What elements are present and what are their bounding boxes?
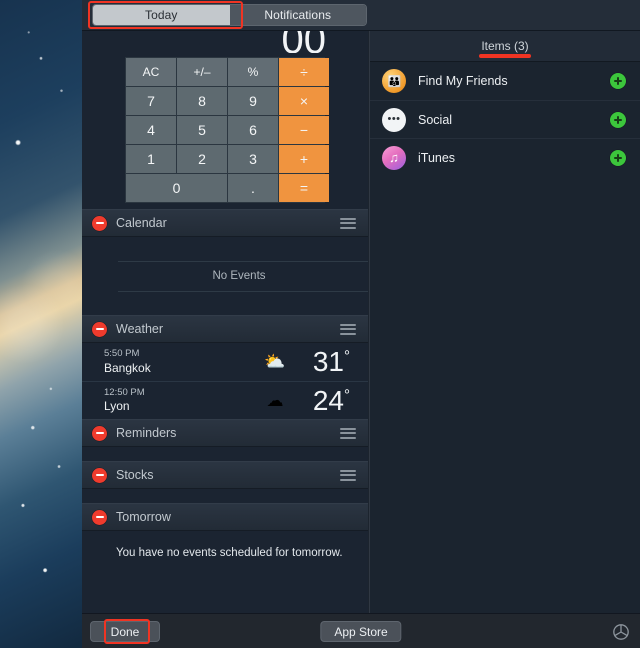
notification-center-footer: Done App Store (82, 613, 640, 648)
cloudy-icon: ☁ (266, 390, 284, 410)
drag-handle-icon[interactable] (340, 217, 356, 229)
drag-handle-icon[interactable] (340, 323, 356, 335)
item-label: Find My Friends (418, 74, 508, 88)
tomorrow-no-events-text: You have no events scheduled for tomorro… (116, 547, 343, 559)
widget-body-reminders (82, 447, 368, 461)
widget-body-calendar: No Events (82, 237, 368, 315)
drag-handle-icon[interactable] (340, 427, 356, 439)
today-widgets-column[interactable]: 00 AC +/– % ÷ 7 8 9 × 4 5 6 − 1 2 3 + 0 … (82, 31, 368, 613)
widget-title-weather: Weather (116, 322, 164, 336)
weather-time: 5:50 PM (104, 348, 140, 360)
app-store-button[interactable]: App Store (320, 621, 402, 642)
calc-key-ac[interactable]: AC (126, 58, 176, 86)
add-widget-button[interactable] (610, 149, 626, 166)
find-my-friends-icon: 👪 (382, 69, 406, 93)
tab-today[interactable]: Today (93, 5, 230, 25)
itunes-icon: ♫ (382, 145, 406, 170)
drag-handle-icon[interactable] (340, 469, 356, 481)
partly-sunny-icon: ⛅ (264, 352, 286, 371)
add-widget-button[interactable] (610, 111, 626, 128)
calendar-no-events-text: No Events (212, 270, 266, 282)
item-label: Social (418, 112, 453, 127)
calc-key-5[interactable]: 5 (177, 116, 227, 144)
notification-center-header: Today Notifications (82, 0, 640, 31)
weather-temp-value: 24 (312, 384, 344, 416)
calendar-divider-top (118, 261, 368, 262)
calculator-display: 00 (82, 31, 368, 53)
weather-city: Bangkok (104, 360, 151, 375)
remove-widget-icon[interactable] (92, 425, 107, 441)
calc-key-sign[interactable]: +/– (177, 58, 227, 86)
weather-temp-value: 31 (312, 346, 344, 377)
gear-icon[interactable] (612, 623, 630, 641)
app-store-button-label: App Store (334, 624, 388, 639)
calc-key-8[interactable]: 8 (177, 87, 227, 115)
calc-key-6[interactable]: 6 (228, 116, 278, 144)
item-label: iTunes (418, 150, 456, 165)
weather-city: Lyon (104, 399, 130, 414)
calc-key-7[interactable]: 7 (126, 87, 176, 115)
desktop-wallpaper (0, 0, 82, 648)
social-icon: ••• (382, 107, 406, 132)
calc-key-0[interactable]: 0 (126, 174, 227, 202)
calc-key-divide[interactable]: ÷ (279, 58, 329, 86)
notification-center-body: 00 AC +/– % ÷ 7 8 9 × 4 5 6 − 1 2 3 + 0 … (82, 31, 640, 613)
calc-key-equals[interactable]: = (279, 174, 329, 202)
calendar-divider-bottom (118, 291, 368, 292)
calculator-display-value: 00 (281, 31, 327, 53)
tab-notifications[interactable]: Notifications (229, 5, 366, 25)
remove-widget-icon[interactable] (92, 467, 107, 483)
calculator-keypad[interactable]: AC +/– % ÷ 7 8 9 × 4 5 6 − 1 2 3 + 0 . = (125, 57, 329, 203)
weather-row[interactable]: 12:50 PM Lyon ☁ 24° (82, 381, 368, 419)
widget-title-tomorrow: Tomorrow (116, 510, 171, 524)
calc-key-minus[interactable]: − (279, 116, 329, 144)
list-item[interactable]: ••• Social (370, 100, 640, 138)
calc-key-2[interactable]: 2 (177, 145, 227, 173)
widget-body-tomorrow: You have no events scheduled for tomorro… (82, 531, 368, 575)
items-heading-bar: Items (3) (370, 31, 640, 62)
annotation-items-heading (479, 54, 531, 58)
widget-title-stocks: Stocks (116, 468, 154, 482)
widget-title-calendar: Calendar (116, 216, 167, 230)
calc-key-3[interactable]: 3 (228, 145, 278, 173)
calc-key-9[interactable]: 9 (228, 87, 278, 115)
calc-key-plus[interactable]: + (279, 145, 329, 173)
done-button[interactable]: Done (90, 621, 160, 642)
calc-key-percent[interactable]: % (228, 58, 278, 86)
calc-key-4[interactable]: 4 (126, 116, 176, 144)
weather-time: 12:50 PM (104, 386, 145, 398)
remove-widget-icon[interactable] (92, 215, 107, 231)
notification-center-panel: Today Notifications 00 AC +/– % ÷ 7 8 9 (82, 0, 640, 648)
weather-temperature: 31° (298, 348, 350, 376)
widget-header-calendar[interactable]: Calendar (82, 209, 368, 237)
widget-header-tomorrow[interactable]: Tomorrow (82, 503, 368, 531)
calc-key-1[interactable]: 1 (126, 145, 176, 173)
calc-key-multiply[interactable]: × (279, 87, 329, 115)
remove-widget-icon[interactable] (92, 321, 107, 337)
widget-body-stocks (82, 489, 368, 503)
remove-widget-icon[interactable] (92, 509, 107, 525)
today-notifications-segmented-control[interactable]: Today Notifications (92, 4, 367, 26)
widget-title-reminders: Reminders (116, 426, 177, 440)
widget-header-stocks[interactable]: Stocks (82, 461, 368, 489)
weather-row[interactable]: 5:50 PM Bangkok ⛅ 31° (82, 343, 368, 381)
items-heading: Items (3) (481, 39, 529, 53)
degree-symbol: ° (344, 386, 350, 404)
items-column: Items (3) 👪 Find My Friends ••• Social ♫… (370, 31, 640, 613)
calc-key-decimal[interactable]: . (228, 174, 278, 202)
weather-temperature: 24° (298, 384, 350, 416)
widget-body-weather: 5:50 PM Bangkok ⛅ 31° 12:50 PM Lyon ☁ 24… (82, 343, 368, 419)
done-button-label: Done (110, 624, 140, 639)
widget-header-weather[interactable]: Weather (82, 315, 368, 343)
degree-symbol: ° (344, 347, 350, 365)
widget-header-reminders[interactable]: Reminders (82, 419, 368, 447)
list-item[interactable]: ♫ iTunes (370, 138, 640, 176)
calculator-widget[interactable]: 00 AC +/– % ÷ 7 8 9 × 4 5 6 − 1 2 3 + 0 … (82, 31, 368, 209)
list-item[interactable]: 👪 Find My Friends (370, 62, 640, 100)
add-widget-button[interactable] (610, 73, 626, 89)
